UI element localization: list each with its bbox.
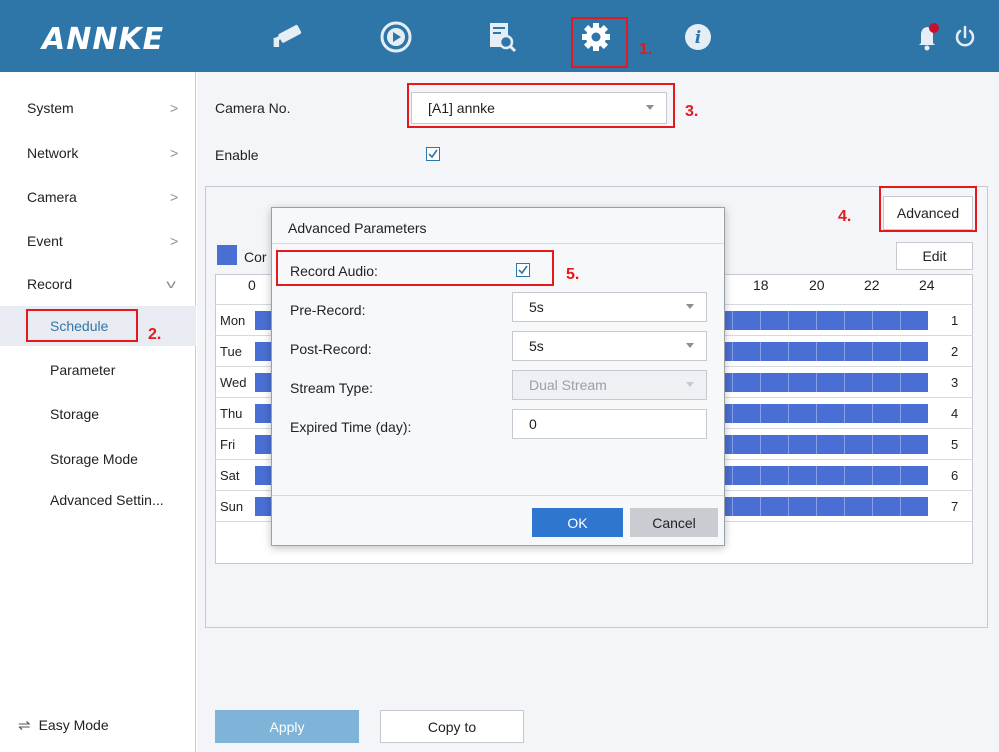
swap-arrows-icon: ⇌ xyxy=(18,717,31,734)
sidebar-item-label: Network xyxy=(27,145,79,161)
stream-type-value: Dual Stream xyxy=(529,377,607,393)
dropdown-arrow-icon xyxy=(686,343,694,348)
sidebar-item-record[interactable]: Record v xyxy=(0,264,196,304)
day-label: Sat xyxy=(220,468,240,483)
sidebar-item-label: Storage xyxy=(50,406,100,422)
legend-continuous-label: Cor xyxy=(244,249,267,265)
sidebar-item-event[interactable]: Event > xyxy=(0,221,196,261)
sidebar-item-label: Event xyxy=(27,233,63,249)
dropdown-arrow-icon xyxy=(686,304,694,309)
copy-to-button[interactable]: Copy to xyxy=(380,710,524,743)
chevron-right-icon: > xyxy=(170,233,179,249)
sidebar-item-storage-mode[interactable]: Storage Mode xyxy=(0,439,196,479)
day-label: Fri xyxy=(220,437,236,452)
annotation-number: 4. xyxy=(838,208,852,225)
day-label: Tue xyxy=(220,344,242,359)
hour-tick-label: 0 xyxy=(248,277,256,293)
dropdown-arrow-icon xyxy=(686,382,694,387)
top-navigation-bar: ANNKE i xyxy=(0,0,999,72)
pre-record-label: Pre-Record: xyxy=(290,302,366,318)
annotation-box-settings xyxy=(571,17,628,68)
brand-logo: ANNKE xyxy=(42,22,165,57)
sidebar-item-label: Camera xyxy=(27,189,77,205)
hour-tick-label: 24 xyxy=(919,277,935,293)
hour-tick-label: 18 xyxy=(753,277,769,293)
legend-continuous-swatch xyxy=(217,245,237,265)
stream-type-label: Stream Type: xyxy=(290,380,374,396)
sidebar-item-storage[interactable]: Storage xyxy=(0,394,196,434)
dialog-title: Advanced Parameters xyxy=(288,220,427,236)
chevron-right-icon: > xyxy=(170,145,179,161)
app-window: ANNKE i System > Network > Camera > Even… xyxy=(0,0,999,752)
day-copy-number[interactable]: 6 xyxy=(951,468,958,483)
annotation-box-camera-select xyxy=(407,83,675,128)
sidebar-item-label: System xyxy=(27,100,74,116)
post-record-select[interactable]: 5s xyxy=(512,331,707,361)
sidebar-item-network[interactable]: Network > xyxy=(0,133,196,173)
annotation-box-schedule xyxy=(26,309,138,342)
enable-label: Enable xyxy=(215,147,259,163)
notification-bell-icon[interactable] xyxy=(908,17,948,57)
apply-button[interactable]: Apply xyxy=(215,710,359,743)
sidebar-item-label: Storage Mode xyxy=(50,451,138,467)
annotation-number: 5. xyxy=(566,266,580,283)
playback-icon[interactable] xyxy=(376,17,416,57)
sidebar-item-label: Record xyxy=(27,276,73,292)
sidebar-item-label: Parameter xyxy=(50,362,116,378)
annotation-number: 2. xyxy=(148,326,162,343)
search-icon[interactable] xyxy=(482,17,522,57)
expired-time-value: 0 xyxy=(529,416,537,432)
pre-record-select[interactable]: 5s xyxy=(512,292,707,322)
sidebar-item-parameter[interactable]: Parameter xyxy=(0,350,196,390)
camera-number-label: Camera No. xyxy=(215,100,291,116)
annotation-box-record-audio xyxy=(276,250,554,286)
hour-tick-label: 20 xyxy=(809,277,825,293)
hour-tick-label: 22 xyxy=(864,277,880,293)
sidebar-item-advanced-settings[interactable]: Advanced Settin... xyxy=(0,480,196,520)
chevron-right-icon: > xyxy=(170,189,179,205)
day-label: Sun xyxy=(220,499,244,514)
sidebar-item-label: Advanced Settin... xyxy=(50,492,164,508)
sidebar-item-camera[interactable]: Camera > xyxy=(0,177,196,217)
annotation-box-advanced xyxy=(879,186,977,232)
post-record-value: 5s xyxy=(529,338,544,354)
cancel-button[interactable]: Cancel xyxy=(630,508,718,537)
chevron-down-icon: v xyxy=(166,277,176,291)
pre-record-value: 5s xyxy=(529,299,544,315)
edit-button[interactable]: Edit xyxy=(896,242,973,270)
checkmark-icon xyxy=(428,149,438,159)
sidebar-item-system[interactable]: System > xyxy=(0,88,196,128)
day-label: Wed xyxy=(220,375,247,390)
post-record-label: Post-Record: xyxy=(290,341,372,357)
day-copy-number[interactable]: 4 xyxy=(951,406,958,421)
day-label: Thu xyxy=(220,406,243,421)
day-copy-number[interactable]: 2 xyxy=(951,344,958,359)
easy-mode-label: Easy Mode xyxy=(38,717,109,733)
day-copy-number[interactable]: 3 xyxy=(951,375,958,390)
settings-sidebar: System > Network > Camera > Event > Reco… xyxy=(0,72,196,752)
svg-text:i: i xyxy=(695,28,701,48)
expired-time-input[interactable]: 0 xyxy=(512,409,707,439)
info-icon[interactable]: i xyxy=(678,17,718,57)
power-icon[interactable] xyxy=(945,17,985,57)
day-copy-number[interactable]: 5 xyxy=(951,437,958,452)
camera-icon[interactable] xyxy=(270,17,310,57)
chevron-right-icon: > xyxy=(170,100,179,116)
easy-mode-toggle[interactable]: ⇌ Easy Mode xyxy=(18,716,109,734)
day-label: Mon xyxy=(220,313,246,328)
stream-type-select: Dual Stream xyxy=(512,370,707,400)
enable-checkbox[interactable] xyxy=(426,147,440,161)
expired-time-label: Expired Time (day): xyxy=(290,419,412,435)
annotation-number: 3. xyxy=(685,103,699,120)
dialog-header: Advanced Parameters xyxy=(272,208,724,244)
ok-button[interactable]: OK xyxy=(532,508,623,537)
day-copy-number[interactable]: 7 xyxy=(951,499,958,514)
day-copy-number[interactable]: 1 xyxy=(951,313,958,328)
annotation-number: 1. xyxy=(639,41,653,58)
